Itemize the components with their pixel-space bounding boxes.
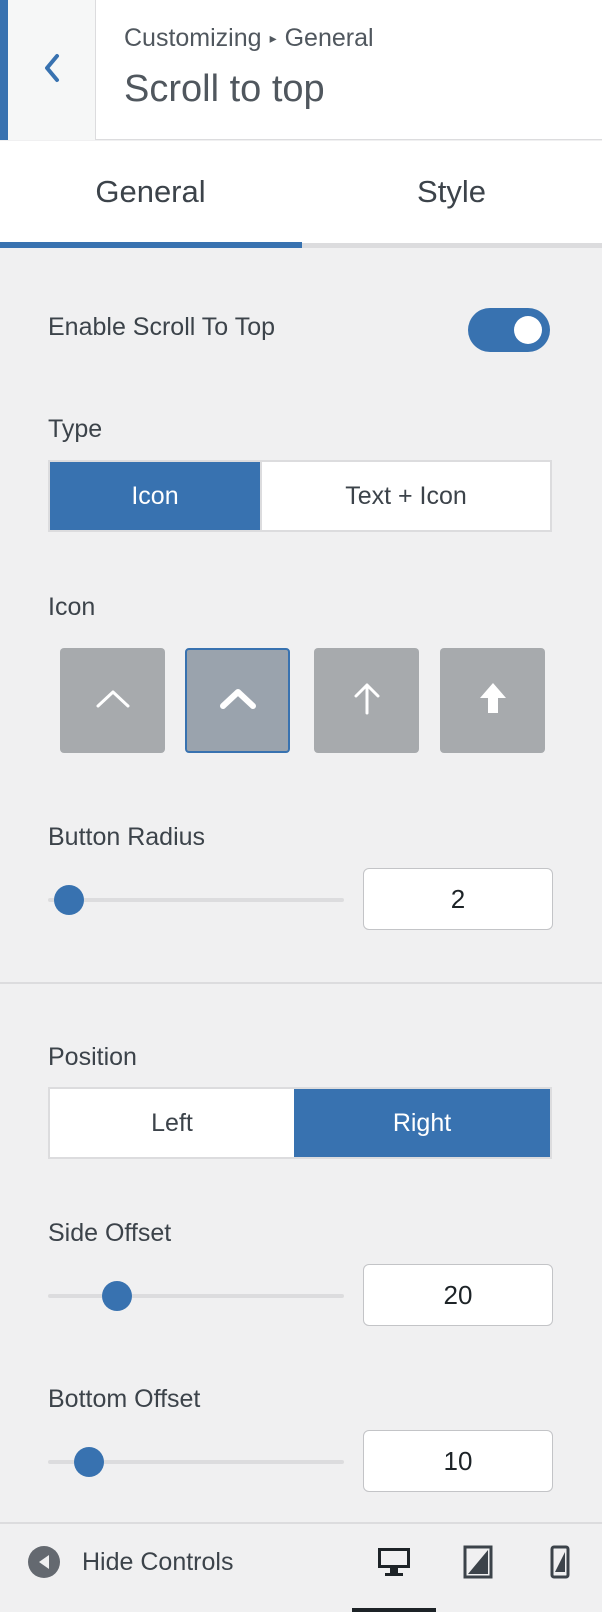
icon-option-chevron[interactable] <box>60 648 165 753</box>
icon-option-arrow[interactable] <box>314 648 419 753</box>
desktop-icon <box>377 1546 411 1583</box>
chevron-left-icon <box>41 52 63 89</box>
bottom-offset-input[interactable] <box>363 1430 553 1492</box>
position-segmented-control: Left Right <box>48 1087 552 1159</box>
icon-option-arrow-bold[interactable] <box>440 648 545 753</box>
type-segmented-control: Icon Text + Icon <box>48 460 552 532</box>
tablet-preview-button[interactable] <box>458 1544 498 1584</box>
breadcrumb-separator-icon: ▸ <box>269 30 277 46</box>
icon-label: Icon <box>48 593 96 621</box>
section-divider <box>0 982 602 984</box>
position-option-right[interactable]: Right <box>294 1089 550 1157</box>
type-label: Type <box>48 415 103 443</box>
bottom-offset-label: Bottom Offset <box>48 1385 201 1413</box>
enable-scroll-toggle[interactable] <box>468 308 550 352</box>
active-device-indicator <box>352 1608 436 1612</box>
arrow-up-icon <box>352 681 382 720</box>
button-radius-slider-thumb[interactable] <box>54 885 84 915</box>
desktop-preview-button[interactable] <box>374 1544 414 1584</box>
header-accent-bar <box>0 0 8 140</box>
panel-header: Customizing ▸ General Scroll to top <box>0 0 602 140</box>
breadcrumb: Customizing ▸ General <box>124 24 374 53</box>
button-radius-slider-track[interactable] <box>48 898 344 902</box>
side-offset-label: Side Offset <box>48 1219 172 1247</box>
chevron-up-icon <box>95 687 131 714</box>
toggle-knob <box>514 316 542 344</box>
bottom-offset-slider-thumb[interactable] <box>74 1447 104 1477</box>
breadcrumb-item: General <box>284 24 374 52</box>
mobile-preview-button[interactable] <box>540 1544 580 1584</box>
arrow-up-bold-icon <box>478 681 508 720</box>
footer-bar: Hide Controls <box>0 1522 602 1612</box>
tab-style[interactable]: Style <box>301 141 602 243</box>
position-label: Position <box>48 1043 137 1071</box>
tab-bar: General Style <box>0 141 602 248</box>
side-offset-slider-track[interactable] <box>48 1294 344 1298</box>
side-offset-slider-thumb[interactable] <box>102 1281 132 1311</box>
enable-scroll-label: Enable Scroll To Top <box>48 313 276 341</box>
tab-general[interactable]: General <box>0 141 301 243</box>
collapse-icon <box>28 1546 60 1578</box>
chevron-up-bold-icon <box>219 686 257 715</box>
button-radius-input[interactable] <box>363 868 553 930</box>
active-tab-indicator <box>0 242 302 248</box>
icon-option-chevron-bold[interactable] <box>185 648 290 753</box>
hide-controls-label: Hide Controls <box>82 1547 234 1576</box>
hide-controls-button[interactable]: Hide Controls <box>28 1546 233 1578</box>
button-radius-label: Button Radius <box>48 823 206 851</box>
breadcrumb-item: Customizing <box>124 24 262 52</box>
tablet-icon <box>463 1545 493 1584</box>
type-option-icon[interactable]: Icon <box>50 462 260 530</box>
back-button[interactable] <box>8 0 96 140</box>
position-option-left[interactable]: Left <box>50 1089 294 1157</box>
page-title: Scroll to top <box>124 68 325 110</box>
mobile-icon <box>550 1545 570 1584</box>
side-offset-input[interactable] <box>363 1264 553 1326</box>
type-option-text-icon[interactable]: Text + Icon <box>260 462 550 530</box>
